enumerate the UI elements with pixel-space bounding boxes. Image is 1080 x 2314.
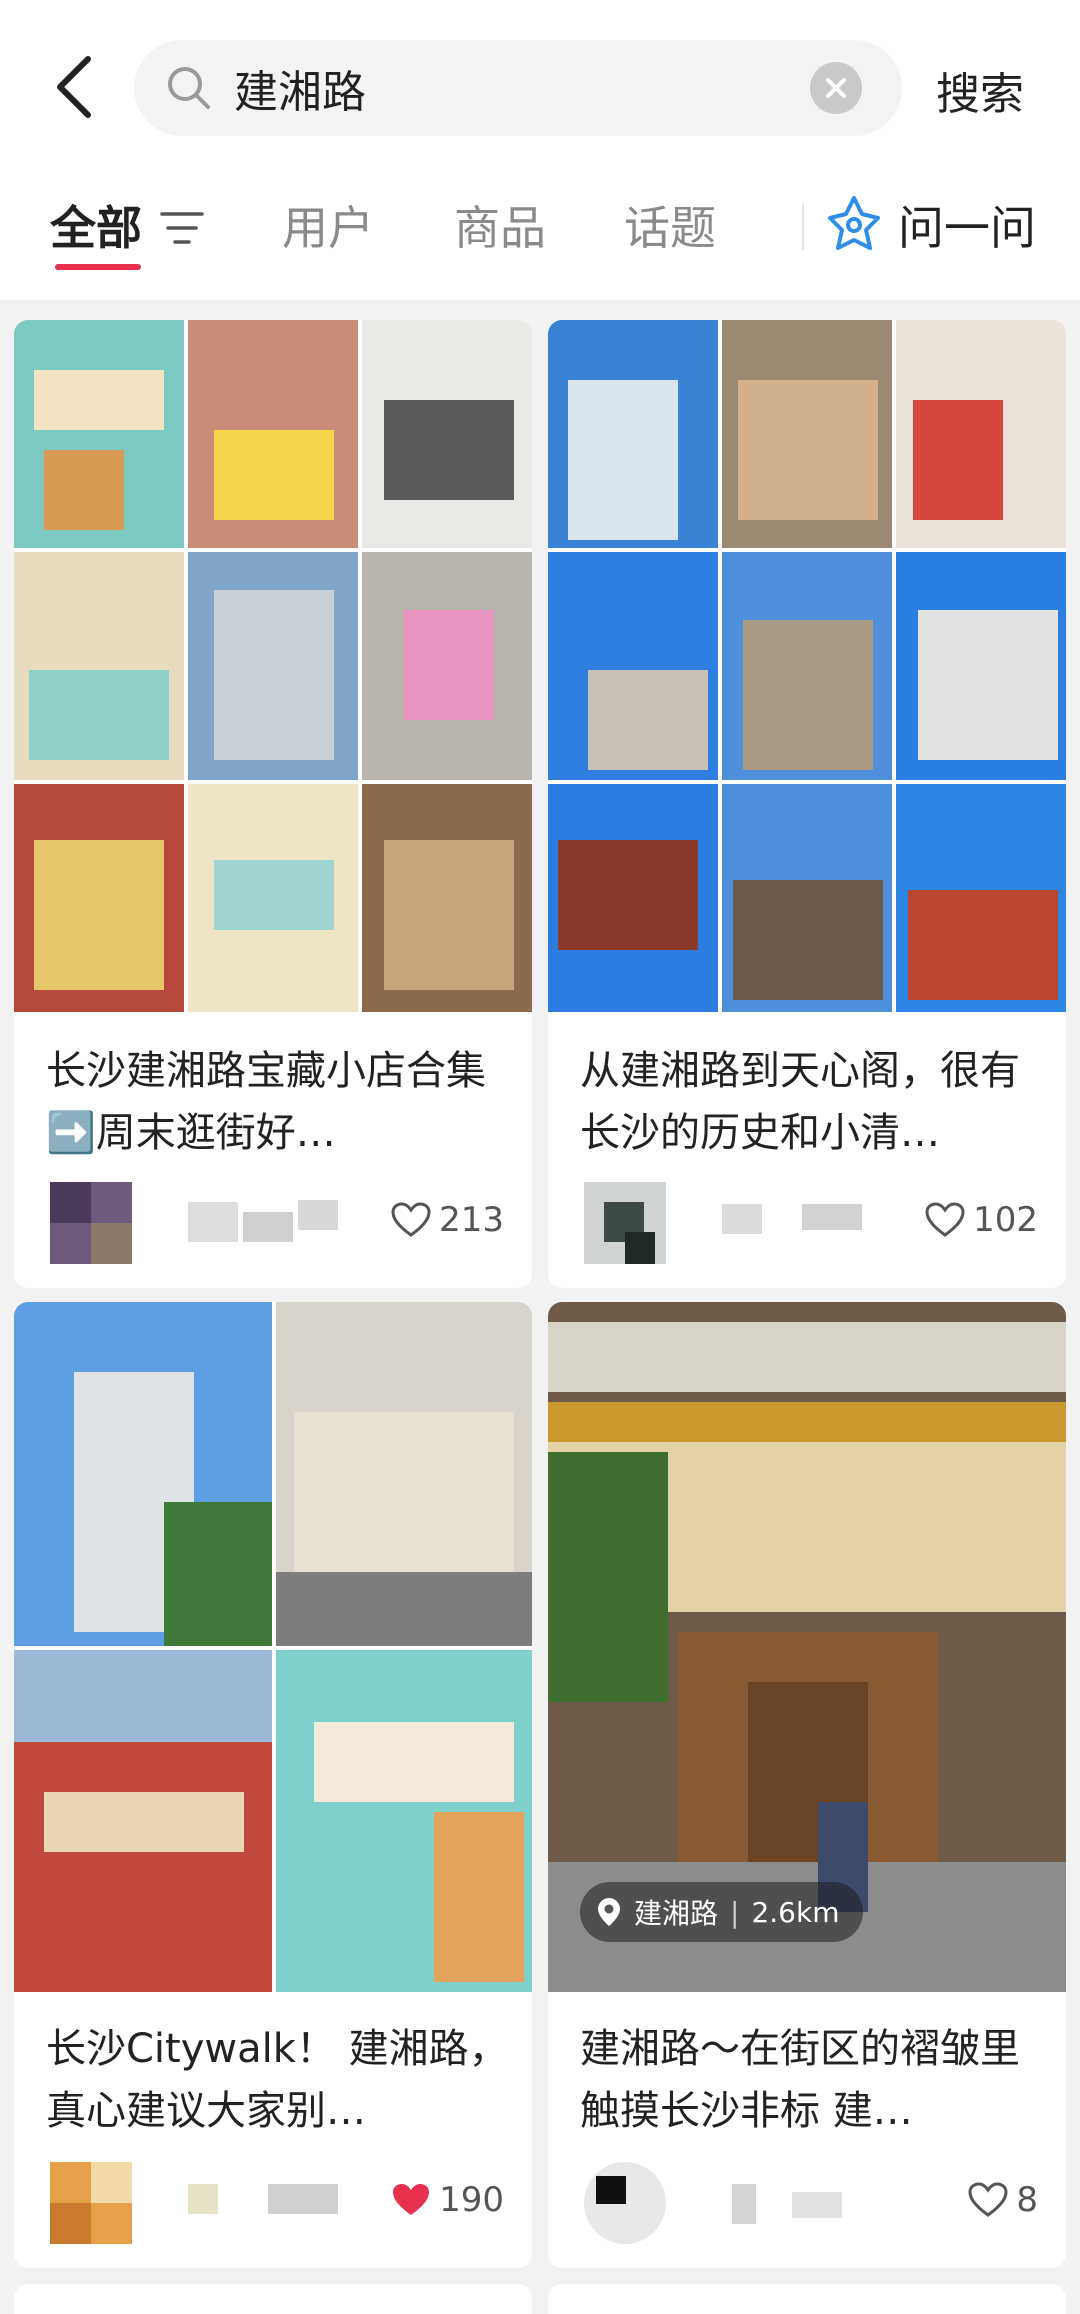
avatar[interactable] (584, 2162, 666, 2244)
post-card[interactable]: 长沙Citywalk！ 建湘路，真心建议大家别… 190 (14, 1302, 532, 2268)
clear-search-button[interactable] (810, 62, 862, 114)
post-title[interactable]: 从建湘路到天心阁，很有长沙的历史和小清… (580, 1040, 1050, 1164)
like-count-value: 190 (439, 2180, 504, 2220)
like-count[interactable]: 213 (391, 1200, 504, 1240)
chevron-left-icon (57, 56, 91, 118)
tab-divider (802, 204, 804, 250)
tab-products[interactable]: 商品 (454, 192, 546, 258)
like-count[interactable]: 8 (968, 2180, 1038, 2220)
search-icon (164, 63, 214, 113)
post-title[interactable]: 长沙建湘路宝藏小店合集➡️周末逛街好… (46, 1040, 516, 1164)
tab-all[interactable]: 全部 (50, 192, 142, 258)
like-count[interactable]: 190 (391, 2180, 504, 2220)
post-card[interactable]: 从建湘路到天心阁，很有长沙的历史和小清… 102 (548, 320, 1066, 1288)
filter-icon[interactable] (160, 208, 204, 248)
author-name[interactable] (188, 1192, 348, 1252)
like-count-value: 8 (1016, 2180, 1038, 2220)
location-pin-icon (598, 1898, 620, 1926)
search-input[interactable]: 建湘路 (134, 40, 902, 136)
avatar[interactable] (50, 2162, 132, 2244)
heart-filled-icon (393, 2184, 430, 2215)
location-separator: | (730, 1895, 740, 1929)
author-name[interactable] (722, 1192, 882, 1252)
result-tabs: 全部 用户 商品 话题 问一问 (0, 180, 1080, 280)
next-post-card-edge[interactable] (14, 2284, 532, 2314)
post-cover-image[interactable] (14, 1302, 532, 1992)
avatar[interactable] (584, 1182, 666, 1264)
heart-outline-icon (391, 1202, 431, 1237)
post-title[interactable]: 建湘路～在街区的褶皱里触摸长沙非标 建… (580, 2018, 1050, 2142)
next-post-card-edge[interactable] (548, 2284, 1066, 2314)
location-name: 建湘路 (634, 1897, 719, 1930)
author-name[interactable] (188, 2172, 348, 2232)
location-distance: 2.6km (751, 1895, 840, 1929)
avatar[interactable] (50, 1182, 132, 1264)
post-cover-image[interactable] (14, 320, 532, 1012)
heart-outline-icon (925, 1202, 965, 1237)
close-icon (826, 78, 846, 98)
like-count-value: 102 (973, 1200, 1038, 1240)
sparkle-star-icon[interactable] (826, 194, 882, 254)
post-card[interactable]: 建湘路 | 2.6km 建湘路～在街区的褶皱里触摸长沙非标 建… 8 (548, 1302, 1066, 2268)
search-button[interactable]: 搜索 (936, 58, 1024, 122)
tab-users[interactable]: 用户 (282, 192, 374, 258)
like-count-value: 213 (439, 1200, 504, 1240)
back-button[interactable] (44, 52, 104, 122)
top-bar: 建湘路 搜索 全部 用户 商品 话题 问一问 (0, 0, 1080, 300)
active-tab-indicator (55, 264, 141, 270)
post-card[interactable]: 长沙建湘路宝藏小店合集➡️周末逛街好… 213 (14, 320, 532, 1288)
location-badge[interactable]: 建湘路 | 2.6km (580, 1882, 864, 1942)
post-title[interactable]: 长沙Citywalk！ 建湘路，真心建议大家别… (46, 2018, 516, 2142)
like-count[interactable]: 102 (925, 1200, 1038, 1240)
post-cover-image[interactable] (548, 320, 1066, 1012)
author-name[interactable] (722, 2172, 882, 2232)
search-query-text[interactable]: 建湘路 (234, 56, 810, 120)
tab-topics[interactable]: 话题 (624, 192, 716, 258)
heart-outline-icon (968, 2182, 1008, 2217)
ask-button[interactable]: 问一问 (898, 192, 1036, 258)
